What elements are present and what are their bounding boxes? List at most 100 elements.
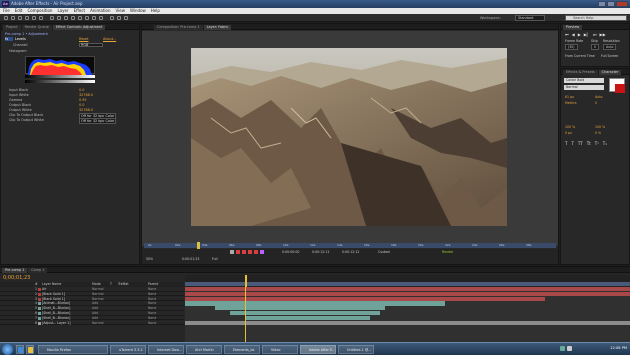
in-point-icon[interactable] [236,250,240,254]
layer-duration-bar[interactable] [185,287,630,292]
ripple-insert-icon[interactable] [260,250,264,254]
layer-duration-bar[interactable] [185,301,445,306]
tab-render-queue[interactable]: Render Queue [21,25,52,30]
output-white-value[interactable]: 32768.0 [79,108,93,112]
hand-tool-icon[interactable] [11,16,15,20]
puppet-tool-icon[interactable] [99,16,103,20]
current-timecode[interactable]: 0:00:01:23 [182,257,199,261]
label-color-swatch[interactable] [38,297,41,301]
prev-frame-button[interactable]: ◀ [572,32,575,37]
viewer-area[interactable] [142,31,558,246]
label-color-swatch[interactable] [38,307,41,311]
tray-network-icon[interactable] [560,346,565,351]
taskbar-clock[interactable]: 12:08 PM [610,346,627,350]
close-button[interactable] [616,1,628,7]
resolution-dropdown-preview[interactable]: Auto [603,44,617,50]
world-axis-icon[interactable] [117,16,121,20]
quicklaunch-ie-icon[interactable] [16,345,24,354]
zoom-dropdown[interactable]: 50% [146,257,153,261]
baseline-shift-value[interactable]: 0 px [565,131,572,135]
faux-italic-button[interactable]: T [571,141,573,146]
first-frame-icon[interactable] [230,250,234,254]
taskbar-item-ahri-martin[interactable]: Ahri Martin [186,345,222,354]
tsume-value[interactable]: 0 % [595,131,601,135]
maximize-button[interactable] [607,1,615,7]
play-button[interactable]: ▶ [578,32,581,37]
small-caps-button[interactable]: Tt [587,141,591,146]
label-color-swatch[interactable] [38,288,41,291]
search-help-input[interactable]: Search Help [565,15,627,21]
ram-preview-button[interactable]: ▶▶ [600,32,606,37]
input-black-value[interactable]: 0.0 [79,88,84,92]
current-time-indicator[interactable] [197,242,200,249]
output-black-value[interactable]: 0.0 [79,103,84,107]
layer-duration-bar[interactable] [185,291,630,297]
pan-behind-tool-icon[interactable] [39,16,43,20]
tab-comp-1[interactable]: Comp 1 [28,268,48,273]
start-button-icon[interactable] [2,344,13,355]
layer-name[interactable]: [Adjust... Layer 1] [42,321,70,326]
type-tool-icon[interactable] [64,16,68,20]
font-style-dropdown[interactable]: Normal [564,85,604,90]
render-checkbox[interactable]: Render [442,250,453,254]
camera-tool-icon[interactable] [32,16,36,20]
layer-duration-bar[interactable] [215,306,385,311]
layer-mode[interactable]: Normal [92,321,104,326]
label-color-swatch[interactable] [38,312,41,315]
vertical-scale-value[interactable]: 100 % [565,125,575,129]
taskbar-item-internet-download[interactable]: Internet Dow... [148,345,184,354]
tab-layer[interactable]: Layer: Fabric [203,25,232,30]
work-area-bar[interactable] [185,282,630,286]
tab-preview[interactable]: Preview [563,25,583,30]
output-gradient-slider[interactable] [25,80,95,83]
resolution-dropdown[interactable]: Full [212,257,217,261]
clone-stamp-tool-icon[interactable] [78,16,82,20]
layer-duration-bar[interactable] [185,296,545,301]
taskbar-item-utorrent[interactable]: uTorrent 3.3.2 [110,345,146,354]
all-caps-button[interactable]: TT [578,141,583,146]
overlay-edit-icon[interactable] [254,250,258,254]
first-frame-button[interactable]: ⏮ [565,32,569,37]
trim-icon[interactable] [248,250,252,254]
layer-parent[interactable]: None [148,321,156,326]
taskbar-item-after-effects[interactable]: Adobe After E... [300,345,336,354]
clip-white-dropdown[interactable]: Off for 32 bpc Color [79,118,117,124]
pen-tool-icon[interactable] [57,16,61,20]
kerning-value[interactable]: Metrics [565,101,577,105]
roto-brush-tool-icon[interactable] [92,16,96,20]
full-screen-checkbox[interactable]: Full Screen [601,54,618,58]
minimize-button[interactable] [598,1,606,7]
horizontal-scale-value[interactable]: 100 % [595,125,605,129]
superscript-button[interactable]: T¹ [595,141,599,146]
selection-tool-icon[interactable] [4,16,8,20]
channel-dropdown[interactable]: RGB [79,43,103,47]
brush-tool-icon[interactable] [71,16,75,20]
taskbar-item-firefox[interactable]: Mozilla Firefox [38,345,108,354]
frame-rate-dropdown[interactable]: (30) [565,44,578,50]
tracking-value[interactable]: 0 [595,101,597,105]
timeline-tracks[interactable] [185,287,630,343]
input-gradient-slider[interactable] [25,75,95,78]
gamma-value[interactable]: 0.95 [79,98,87,102]
font-size-value[interactable]: 61 px [565,95,574,99]
faux-bold-button[interactable]: T [565,141,567,146]
timeline-ruler[interactable] [185,275,630,287]
input-white-value[interactable]: 32768.0 [79,93,93,97]
view-axis-icon[interactable] [124,16,128,20]
subscript-button[interactable]: T₁ [603,141,607,146]
levels-histogram[interactable] [25,56,95,75]
layer-duration-bar[interactable] [245,315,370,321]
footage-frame-mountains[interactable] [191,48,507,226]
rotate-tool-icon[interactable] [25,16,29,20]
label-color-swatch[interactable] [38,302,41,306]
tab-project[interactable]: Project [3,25,21,30]
taskbar-item-video[interactable]: Video [262,345,298,354]
effect-reset-link[interactable]: Reset [79,37,88,41]
tab-precomp-1[interactable]: Pre-comp 1 [2,268,28,273]
tab-character[interactable]: Character [598,70,622,75]
fx-badge[interactable]: fx [5,37,13,41]
label-color-swatch[interactable] [38,316,41,320]
from-current-time-checkbox[interactable]: From Current Time [565,54,595,58]
timeline-playhead[interactable] [245,275,247,287]
out-point-icon[interactable] [242,250,246,254]
